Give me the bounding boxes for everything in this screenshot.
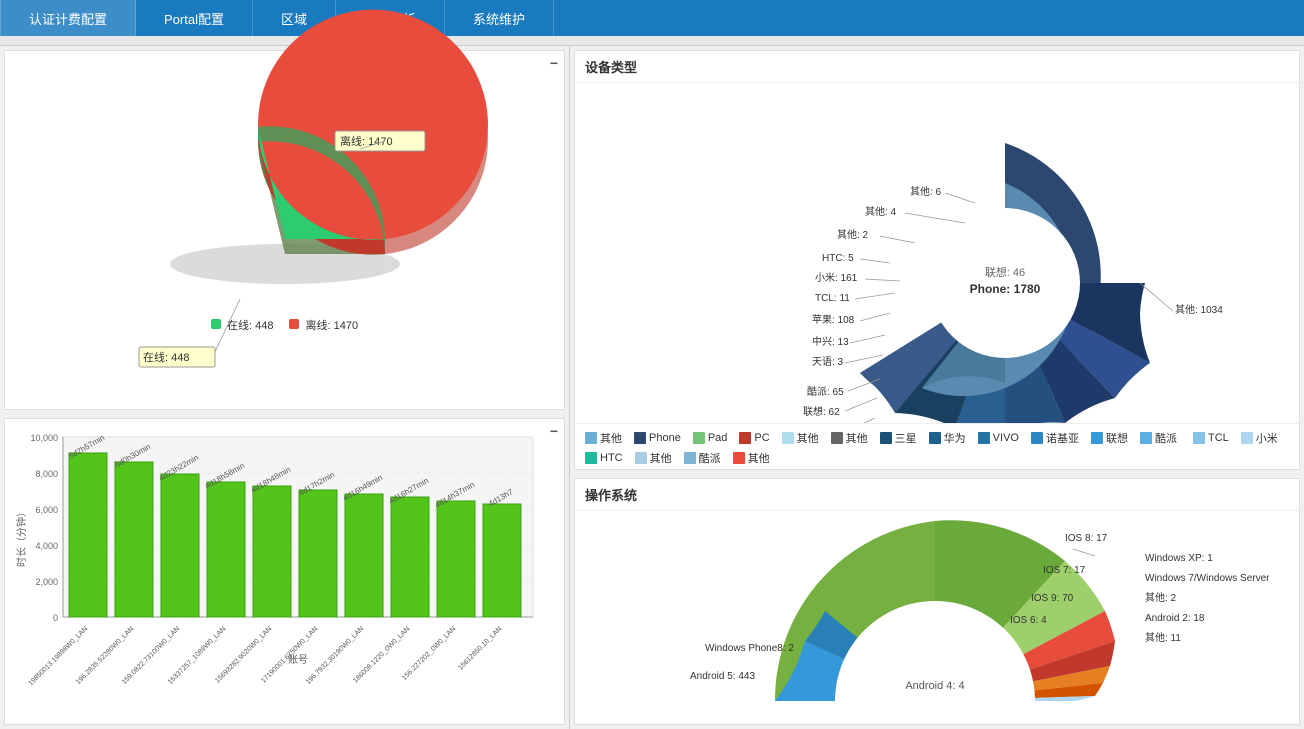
svg-text:小米: 161: 小米: 161 bbox=[815, 271, 858, 284]
svg-text:Android 2: 18: Android 2: 18 bbox=[1145, 613, 1205, 624]
svg-text:联想: 46: 联想: 46 bbox=[985, 265, 1025, 279]
svg-text:6,000: 6,000 bbox=[35, 505, 58, 515]
svg-text:Windows Phone8: 2: Windows Phone8: 2 bbox=[705, 643, 794, 654]
device-type-title: 设备类型 bbox=[575, 51, 1299, 83]
svg-text:联想: 62: 联想: 62 bbox=[803, 405, 840, 418]
svg-text:其他: 2: 其他: 2 bbox=[837, 228, 869, 241]
os-section: 操作系统 bbox=[574, 478, 1300, 725]
svg-text:IOS 8: 17: IOS 8: 17 bbox=[1065, 533, 1108, 544]
svg-text:4,000: 4,000 bbox=[35, 541, 58, 551]
svg-text:15612850.10_LAN: 15612850.10_LAN bbox=[457, 625, 503, 671]
svg-text:其他: 6: 其他: 6 bbox=[910, 185, 942, 198]
svg-text:2,000: 2,000 bbox=[35, 577, 58, 587]
svg-text:10,000: 10,000 bbox=[30, 433, 58, 443]
svg-text:Android 5: 443: Android 5: 443 bbox=[690, 671, 755, 682]
device-donut-svg: 联想: 46 Phone: 1780 其他: 4 其他: 6 其他: 2 HTC… bbox=[575, 83, 1299, 423]
svg-text:其他: 2: 其他: 2 bbox=[1145, 591, 1177, 604]
svg-text:Windows 7/Windows Server: Windows 7/Windows Server bbox=[1145, 573, 1270, 584]
svg-text:TCL: 11: TCL: 11 bbox=[815, 293, 850, 304]
pie-chart-area: 离线: 1470 在线: 448 在线: 448 离线: 1470 bbox=[5, 51, 564, 351]
main-layout: − bbox=[0, 46, 1304, 729]
right-panel: 设备类型 bbox=[570, 46, 1304, 729]
svg-text:8,000: 8,000 bbox=[35, 469, 58, 479]
svg-text:IOS 9: 70: IOS 9: 70 bbox=[1031, 593, 1074, 604]
svg-text:IOS 6: 4: IOS 6: 4 bbox=[1010, 615, 1047, 626]
pie-chart-svg: 离线: 1470 在线: 448 bbox=[115, 69, 455, 309]
nav-item-auth[interactable]: 认证计费配置 bbox=[0, 0, 136, 36]
nav-item-portal[interactable]: Portal配置 bbox=[136, 0, 253, 36]
svg-text:Windows XP: 1: Windows XP: 1 bbox=[1145, 553, 1213, 564]
device-legend: 其他 Phone Pad PC 其他 其他 三星 华为 VIVO 诺基亚 联想 … bbox=[575, 423, 1299, 472]
bar-chart-svg: 时长（分钟） 10,000 8,000 6,000 4, bbox=[13, 427, 553, 667]
svg-text:苹果: 108: 苹果: 108 bbox=[812, 313, 855, 326]
svg-text:Android 4: 4: Android 4: 4 bbox=[905, 680, 964, 692]
sub-bar bbox=[0, 36, 1304, 46]
svg-text:时长（分钟）: 时长（分钟） bbox=[15, 507, 28, 567]
pie-legend: 在线: 448 离线: 1470 bbox=[211, 317, 358, 333]
offline-legend: 离线: 1470 bbox=[289, 317, 358, 333]
device-type-section: 设备类型 bbox=[574, 50, 1300, 470]
svg-text:其他: 1034: 其他: 1034 bbox=[1175, 303, 1223, 316]
left-panel: − bbox=[0, 46, 570, 729]
svg-text:Phone: 1780: Phone: 1780 bbox=[970, 282, 1041, 296]
duration-bar-section: − 时长（分钟） bbox=[4, 418, 565, 725]
online-legend: 在线: 448 bbox=[211, 317, 274, 333]
svg-text:156.227202_0W0_LAN: 156.227202_0W0_LAN bbox=[401, 625, 457, 681]
svg-text:IOS 7: 17: IOS 7: 17 bbox=[1043, 565, 1086, 576]
svg-text:HTC: 5: HTC: 5 bbox=[822, 253, 854, 264]
svg-text:中兴: 13: 中兴: 13 bbox=[812, 335, 849, 348]
svg-text:其他: 4: 其他: 4 bbox=[865, 205, 897, 218]
svg-text:账号: 账号 bbox=[288, 654, 308, 666]
nav-item-system[interactable]: 系统维护 bbox=[445, 0, 554, 36]
svg-text:在线: 448: 在线: 448 bbox=[143, 350, 189, 364]
os-title: 操作系统 bbox=[575, 479, 1299, 511]
svg-text:0: 0 bbox=[53, 613, 58, 623]
svg-text:其他: 11: 其他: 11 bbox=[1145, 631, 1181, 644]
svg-text:天语: 3: 天语: 3 bbox=[812, 356, 844, 368]
online-offline-section: − bbox=[4, 50, 565, 410]
svg-text:酷派: 65: 酷派: 65 bbox=[807, 386, 844, 398]
top-nav: 认证计费配置 Portal配置 区域 数据分析 系统维护 bbox=[0, 0, 1304, 36]
os-chart-svg: Android 4: 4 IOS 8: 17 Windows XP: 1 IOS… bbox=[575, 511, 1299, 701]
